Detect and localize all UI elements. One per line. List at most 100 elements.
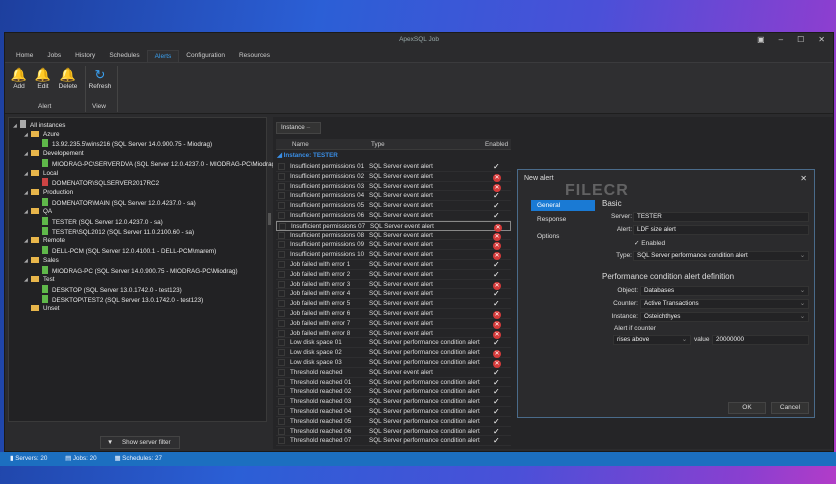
- row-checkbox[interactable]: [278, 300, 285, 308]
- type-select[interactable]: SQL Server performance condition alert ⌄: [633, 251, 809, 261]
- restore-layout-icon[interactable]: ▣: [757, 35, 765, 44]
- table-row[interactable]: Low disk space 01 SQL Server performance …: [276, 338, 511, 349]
- column-header-enabled[interactable]: Enabled: [485, 139, 508, 150]
- table-row[interactable]: Threshold reached 07 SQL Server performan…: [276, 436, 511, 447]
- table-row[interactable]: Threshold reached SQL Server event alert ✓: [276, 368, 511, 378]
- table-row[interactable]: Threshold reached 04 SQL Server performan…: [276, 407, 511, 417]
- column-header-type[interactable]: Type: [371, 139, 385, 150]
- nav-options[interactable]: Options: [531, 231, 595, 242]
- tree-folder[interactable]: Unset: [24, 304, 59, 314]
- row-checkbox[interactable]: [278, 398, 285, 406]
- table-row[interactable]: Job failed with error 5 SQL Server event …: [276, 299, 511, 309]
- table-row[interactable]: Insufficient permissions 01 SQL Server ev…: [276, 162, 511, 172]
- minimize-button[interactable]: –: [779, 35, 783, 44]
- table-row[interactable]: Job failed with error 2 SQL Server event …: [276, 270, 511, 280]
- tree-server[interactable]: MIODRAG-PC (SQL Server 14.0.900.75 - MIO…: [35, 265, 238, 277]
- close-button[interactable]: ✕: [818, 35, 825, 44]
- row-checkbox[interactable]: [278, 427, 285, 435]
- tree-folder[interactable]: ◢ Sales: [24, 256, 59, 266]
- delete-alert-button[interactable]: 🔔 Delete: [57, 66, 79, 90]
- table-row[interactable]: Threshold reached 06 SQL Server performan…: [276, 427, 511, 437]
- table-row[interactable]: Threshold reached 03 SQL Server performan…: [276, 397, 511, 407]
- row-checkbox[interactable]: [279, 222, 286, 230]
- add-alert-button[interactable]: 🔔 Add: [8, 66, 30, 90]
- table-row[interactable]: Insufficient permissions 06 SQL Server ev…: [276, 211, 511, 221]
- splitter-handle[interactable]: [268, 213, 271, 225]
- table-row[interactable]: Insufficient permissions 10 SQL Server ev…: [276, 250, 511, 261]
- tree-folder[interactable]: ◢ Developement: [24, 149, 84, 159]
- table-row[interactable]: Insufficient permissions 03 SQL Server ev…: [276, 182, 511, 192]
- tree-folder[interactable]: ◢ Local: [24, 169, 58, 179]
- alert-name-field[interactable]: LDF size alert: [633, 225, 809, 235]
- row-checkbox[interactable]: [278, 437, 285, 445]
- table-row[interactable]: Insufficient permissions 08 SQL Server ev…: [276, 231, 511, 241]
- table-row[interactable]: Threshold reached 02 SQL Server performan…: [276, 387, 511, 398]
- table-row[interactable]: Insufficient permissions 07 SQL Server ev…: [276, 220, 511, 232]
- table-row[interactable]: Insufficient permissions 04 SQL Server ev…: [276, 191, 511, 202]
- nav-general[interactable]: General: [531, 200, 595, 211]
- row-checkbox[interactable]: [278, 172, 285, 180]
- edit-alert-button[interactable]: 🔔 Edit: [32, 66, 54, 90]
- column-header-name[interactable]: Name: [292, 139, 309, 150]
- value-field[interactable]: 20000000: [712, 335, 809, 345]
- row-checkbox[interactable]: [278, 251, 285, 259]
- row-checkbox[interactable]: [278, 417, 285, 425]
- row-checkbox[interactable]: [278, 192, 285, 200]
- condition-select[interactable]: rises above ⌄: [613, 335, 691, 345]
- server-field[interactable]: TESTER: [633, 212, 809, 222]
- row-checkbox[interactable]: [278, 319, 285, 327]
- row-checkbox[interactable]: [278, 202, 285, 210]
- tree-folder[interactable]: ◢ Test: [24, 275, 55, 285]
- nav-response[interactable]: Response: [531, 214, 595, 225]
- group-row-instance[interactable]: ◢ Instance: TESTER: [277, 152, 338, 159]
- row-checkbox[interactable]: [278, 163, 285, 170]
- ok-button[interactable]: OK: [728, 402, 766, 414]
- row-checkbox[interactable]: [278, 280, 285, 288]
- row-checkbox[interactable]: [278, 359, 285, 366]
- tree-folder[interactable]: ◢ Production: [24, 188, 73, 198]
- tree-server[interactable]: DOMENATOR\MAIN (SQL Server 12.0.4237.0 -…: [35, 197, 196, 209]
- table-row[interactable]: Insufficient permissions 09 SQL Server ev…: [276, 240, 511, 251]
- row-checkbox[interactable]: [278, 241, 285, 249]
- counter-select[interactable]: Active Transactions ⌄: [640, 299, 809, 309]
- instance-select[interactable]: Osteichthyes ⌄: [640, 312, 809, 322]
- table-row[interactable]: Job failed with error 6 SQL Server event …: [276, 309, 511, 319]
- dialog-close-icon[interactable]: ✕: [800, 174, 807, 183]
- tree-server[interactable]: DELL-PCM (SQL Server 12.0.4100.1 - DELL-…: [35, 246, 216, 257]
- table-row[interactable]: Low disk space 02 SQL Server performance …: [276, 348, 511, 359]
- table-row[interactable]: Threshold reached 05 SQL Server performan…: [276, 417, 511, 427]
- row-checkbox[interactable]: [278, 388, 285, 396]
- row-checkbox[interactable]: [278, 290, 285, 298]
- table-row[interactable]: Job failed with error 8 SQL Server event …: [276, 329, 511, 339]
- row-checkbox[interactable]: [278, 212, 285, 219]
- row-checkbox[interactable]: [278, 270, 285, 278]
- row-checkbox[interactable]: [278, 408, 285, 415]
- maximize-button[interactable]: ☐: [797, 35, 804, 44]
- tree-folder[interactable]: ◢ Remote: [24, 236, 65, 246]
- tree-server[interactable]: DESKTOP\TEST2 (SQL Server 13.0.1742.0 - …: [35, 294, 203, 306]
- table-row[interactable]: Threshold reached 01 SQL Server performan…: [276, 378, 511, 388]
- table-row[interactable]: Low disk space 03 SQL Server performance …: [276, 358, 511, 368]
- cancel-button[interactable]: Cancel: [771, 402, 809, 414]
- row-checkbox[interactable]: [278, 329, 285, 337]
- row-checkbox[interactable]: [278, 378, 285, 386]
- object-select[interactable]: Databases ⌄: [640, 286, 809, 296]
- row-checkbox[interactable]: [278, 182, 285, 190]
- row-checkbox[interactable]: [278, 310, 285, 317]
- tree-folder[interactable]: ◢ Azure: [24, 130, 59, 140]
- row-checkbox[interactable]: [278, 368, 285, 376]
- table-row[interactable]: Job failed with error 3 SQL Server event …: [276, 280, 511, 290]
- show-server-filter-button[interactable]: ▼ Show server filter: [100, 436, 180, 449]
- tree-server[interactable]: MIODRAG-PC\SERVERDVA (SQL Server 12.0.42…: [35, 158, 277, 170]
- row-checkbox[interactable]: [278, 261, 285, 268]
- enabled-checkbox[interactable]: ✓ Enabled: [634, 239, 665, 247]
- tree-folder[interactable]: ◢ QA: [24, 207, 52, 217]
- table-row[interactable]: Job failed with error 1 SQL Server event …: [276, 260, 511, 270]
- row-checkbox[interactable]: [278, 231, 285, 239]
- table-row[interactable]: Insufficient permissions 05 SQL Server ev…: [276, 201, 511, 211]
- row-checkbox[interactable]: [278, 339, 285, 347]
- table-row[interactable]: Job failed with error 4 SQL Server event …: [276, 289, 511, 300]
- refresh-button[interactable]: ↻ Refresh: [87, 66, 113, 90]
- table-row[interactable]: Job failed with error 7 SQL Server event …: [276, 319, 511, 329]
- row-checkbox[interactable]: [278, 349, 285, 357]
